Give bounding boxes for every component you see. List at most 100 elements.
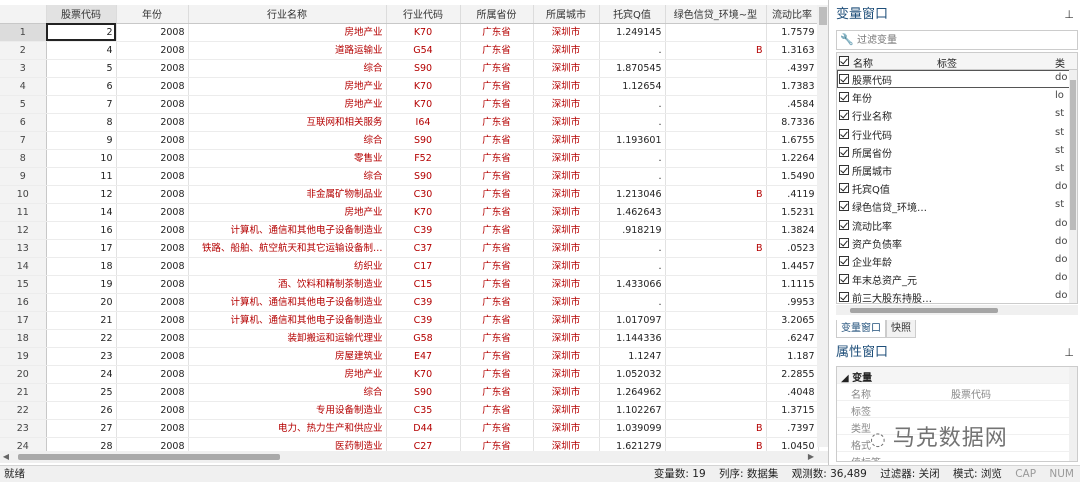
cell-code[interactable]: 16 [46, 221, 117, 240]
cell-year[interactable]: 2008 [116, 293, 189, 312]
cell-province[interactable]: 广东省 [460, 311, 534, 330]
row-number[interactable]: 18 [0, 329, 47, 348]
cell-city[interactable]: 深圳市 [533, 167, 600, 186]
cell-green[interactable] [665, 365, 767, 384]
cell-ratio[interactable]: .4584 [766, 95, 819, 114]
cell-indcode[interactable]: S90 [386, 167, 461, 186]
property-group-variables[interactable]: ◢ 变量 [837, 367, 1077, 384]
cell-year[interactable]: 2008 [116, 185, 189, 204]
cell-city[interactable]: 深圳市 [533, 347, 600, 366]
cell-industry[interactable]: 综合 [188, 383, 387, 402]
cell-indcode[interactable]: D44 [386, 419, 461, 438]
cell-ratio[interactable]: 1.5231 [766, 203, 819, 222]
cell-industry[interactable]: 房屋建筑业 [188, 347, 387, 366]
cell-indcode[interactable]: C17 [386, 257, 461, 276]
cell-year[interactable]: 2008 [116, 41, 189, 60]
collapse-triangle-icon[interactable]: ◢ [841, 373, 852, 384]
cell-code[interactable]: 18 [46, 257, 117, 276]
cell-year[interactable]: 2008 [116, 221, 189, 240]
grid-corner-cell[interactable] [0, 5, 47, 24]
cell-green[interactable] [665, 257, 767, 276]
table-row[interactable]: 20 24 2008 房地产业 K70 广东省 深圳市 1.052032 2.2855 [0, 365, 819, 384]
scroll-right-icon[interactable]: ▶ [805, 451, 817, 463]
column-header-ratio[interactable]: 流动比率 [766, 5, 819, 24]
table-row[interactable]: 7 9 2008 综合 S90 广东省 深圳市 1.193601 1.6755 [0, 131, 819, 150]
variable-row[interactable]: 企业年龄 do [837, 252, 1077, 270]
cell-indcode[interactable]: C35 [386, 401, 461, 420]
table-row[interactable]: 11 14 2008 房地产业 K70 广东省 深圳市 1.462643 1.5231 [0, 203, 819, 222]
table-row[interactable]: 5 7 2008 房地产业 K70 广东省 深圳市. .4584 [0, 95, 819, 114]
table-row[interactable]: 13 17 2008 铁路、船舶、航空航天和其它运输设备制… C37 广东省 深圳市. B .0… [0, 239, 819, 258]
cell-province[interactable]: 广东省 [460, 329, 534, 348]
cell-city[interactable]: 深圳市 [533, 59, 600, 78]
cell-year[interactable]: 2008 [116, 383, 189, 402]
cell-indcode[interactable]: C39 [386, 293, 461, 312]
cell-green[interactable] [665, 383, 767, 402]
variable-checkbox[interactable] [839, 164, 849, 175]
cell-ratio[interactable]: .0523 [766, 239, 819, 258]
grid-vertical-scrollbar[interactable] [817, 5, 828, 447]
row-number[interactable]: 2 [0, 41, 47, 60]
cell-year[interactable]: 2008 [116, 257, 189, 276]
row-number[interactable]: 10 [0, 185, 47, 204]
cell-indcode[interactable]: C39 [386, 221, 461, 240]
tab-snapshots[interactable]: 快照 [886, 320, 916, 338]
cell-code[interactable]: 20 [46, 293, 117, 312]
cell-province[interactable]: 广东省 [460, 185, 534, 204]
property-row[interactable]: 标签 [837, 401, 1077, 418]
cell-ratio[interactable]: .4397 [766, 59, 819, 78]
cell-tobinq[interactable]: 1.870545 [599, 59, 666, 78]
variable-list[interactable]: 名称 标签 类 股票代码 do 年份 lo 行业名称 st 行业代码 st 所属省份 st 所属城市… [836, 52, 1078, 304]
cell-industry[interactable]: 综合 [188, 131, 387, 150]
variable-row[interactable]: 所属省份 st [837, 143, 1077, 161]
cell-industry[interactable]: 零售业 [188, 149, 387, 168]
scroll-thumb[interactable] [18, 454, 280, 460]
table-row[interactable]: 19 23 2008 房屋建筑业 E47 广东省 深圳市 1.1247 1.187 [0, 347, 819, 366]
cell-green[interactable] [665, 221, 767, 240]
column-header-green[interactable]: 绿色信贷_环境~型 [665, 5, 767, 24]
cell-province[interactable]: 广东省 [460, 59, 534, 78]
table-row[interactable]: 10 12 2008 非金属矿物制品业 C30 广东省 深圳市 1.213046 B .4119 [0, 185, 819, 204]
cell-year[interactable]: 2008 [116, 401, 189, 420]
cell-province[interactable]: 广东省 [460, 257, 534, 276]
cell-ratio[interactable]: .6247 [766, 329, 819, 348]
cell-indcode[interactable]: G58 [386, 329, 461, 348]
column-header-code[interactable]: 股票代码 [46, 5, 117, 24]
cell-code[interactable]: 5 [46, 59, 117, 78]
cell-city[interactable]: 深圳市 [533, 185, 600, 204]
cell-ratio[interactable]: .4119 [766, 185, 819, 204]
cell-year[interactable]: 2008 [116, 203, 189, 222]
scroll-thumb[interactable] [819, 7, 827, 25]
cell-indcode[interactable]: K70 [386, 77, 461, 96]
cell-tobinq[interactable]: 1.12654 [599, 77, 666, 96]
cell-industry[interactable]: 计算机、通信和其他电子设备制造业 [188, 311, 387, 330]
variable-list-scrollbar[interactable] [1069, 70, 1077, 303]
cell-province[interactable]: 广东省 [460, 167, 534, 186]
cell-indcode[interactable]: S90 [386, 131, 461, 150]
cell-tobinq[interactable]: 1.249145 [599, 23, 666, 42]
cell-indcode[interactable]: S90 [386, 383, 461, 402]
cell-city[interactable]: 深圳市 [533, 275, 600, 294]
cell-tobinq[interactable]: 1.213046 [599, 185, 666, 204]
cell-ratio[interactable]: .7397 [766, 419, 819, 438]
cell-green[interactable]: B [665, 185, 767, 204]
data-grid[interactable]: 股票代码 年份 行业名称 行业代码 所属省份 所属城市 托宾Q值 绿色信贷_环境~型 流动比率 … [0, 0, 829, 465]
cell-industry[interactable]: 道路运输业 [188, 41, 387, 60]
scroll-thumb[interactable] [1070, 80, 1076, 230]
cell-city[interactable]: 深圳市 [533, 131, 600, 150]
variable-checkbox[interactable] [839, 110, 849, 121]
cell-tobinq[interactable]: . [599, 167, 666, 186]
cell-tobinq[interactable]: 1.102267 [599, 401, 666, 420]
cell-province[interactable]: 广东省 [460, 221, 534, 240]
variable-row[interactable]: 所属城市 st [837, 161, 1077, 179]
cell-green[interactable] [665, 203, 767, 222]
cell-indcode[interactable]: K70 [386, 365, 461, 384]
cell-city[interactable]: 深圳市 [533, 401, 600, 420]
cell-city[interactable]: 深圳市 [533, 41, 600, 60]
cell-industry[interactable]: 综合 [188, 59, 387, 78]
variable-row[interactable]: 行业代码 st [837, 125, 1077, 143]
cell-year[interactable]: 2008 [116, 95, 189, 114]
variable-row[interactable]: 前三大股东持股… do [837, 288, 1077, 303]
cell-city[interactable]: 深圳市 [533, 329, 600, 348]
cell-tobinq[interactable]: . [599, 239, 666, 258]
